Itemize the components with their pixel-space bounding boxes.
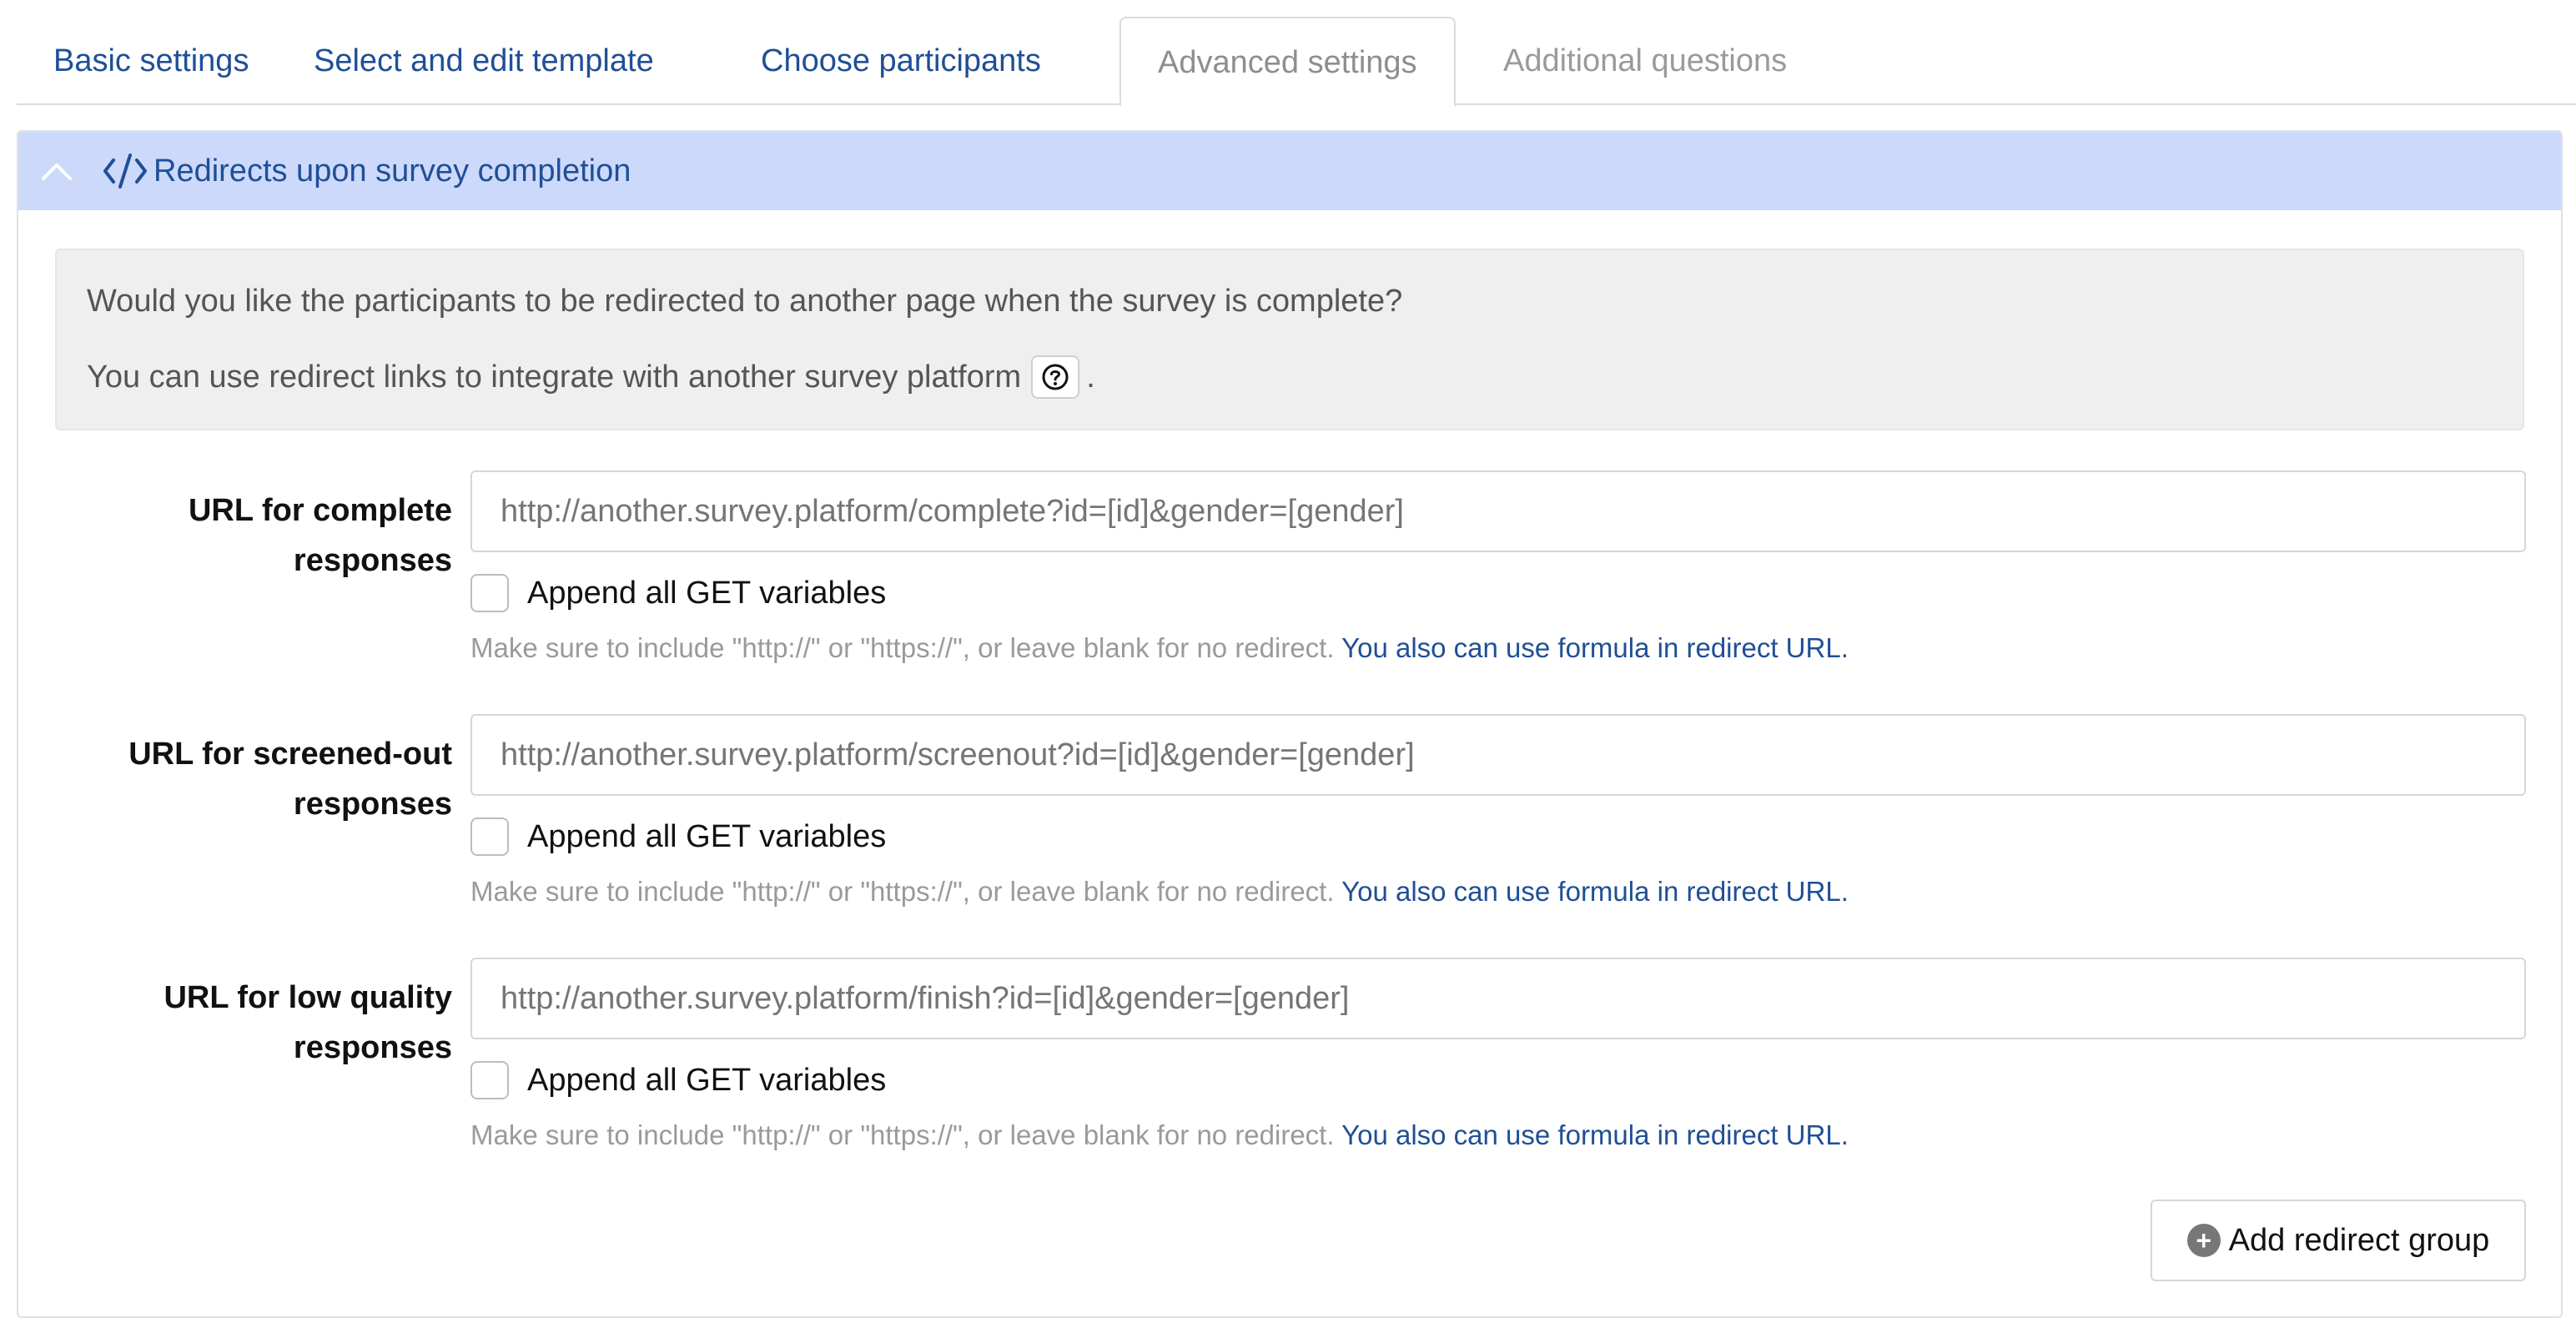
panel-header[interactable]: Redirects upon survey completion — [18, 132, 2561, 210]
info-text-redirect: Would you like the participants to be re… — [87, 284, 1403, 319]
info-period: . — [1086, 359, 1095, 395]
append-get-label: Append all GET variables — [527, 818, 887, 854]
hint-complete: Make sure to include "http://" or "https… — [470, 632, 1849, 663]
formula-link[interactable]: You also can use formula in redirect URL… — [1341, 1119, 1849, 1150]
info-text-integrate-line: You can use redirect links to integrate … — [87, 355, 1095, 399]
append-get-low-quality[interactable]: Append all GET variables — [470, 1061, 886, 1099]
url-screenout-input[interactable] — [470, 714, 2526, 796]
question-circle-icon — [1042, 364, 1069, 390]
url-complete-input[interactable] — [470, 470, 2526, 552]
settings-tabs: Basic settings Select and edit template … — [17, 17, 2576, 107]
redirects-panel: Redirects upon survey completion Would y… — [17, 130, 2563, 1318]
label-url-low-quality: URL for low quality responses — [164, 980, 452, 1065]
label-url-complete: URL for complete responses — [188, 493, 452, 578]
formula-link[interactable]: You also can use formula in redirect URL… — [1341, 876, 1849, 907]
append-get-screenout[interactable]: Append all GET variables — [470, 817, 886, 856]
code-icon — [103, 153, 147, 189]
append-get-checkbox[interactable] — [470, 1061, 509, 1099]
append-get-label: Append all GET variables — [527, 575, 887, 611]
help-button[interactable] — [1031, 355, 1080, 399]
tab-choose-participants[interactable]: Choose participants — [724, 17, 1078, 105]
panel-title[interactable]: Redirects upon survey completion — [153, 132, 631, 210]
append-get-complete[interactable]: Append all GET variables — [470, 574, 886, 612]
info-text-integrate: You can use redirect links to integrate … — [87, 359, 1022, 395]
url-low-quality-input[interactable] — [470, 958, 2526, 1039]
add-redirect-group-button[interactable]: + Add redirect group — [2151, 1200, 2526, 1281]
append-get-checkbox[interactable] — [470, 574, 509, 612]
add-redirect-group-label: Add redirect group — [2228, 1222, 2490, 1258]
hint-screenout: Make sure to include "http://" or "https… — [470, 876, 1849, 907]
formula-link[interactable]: You also can use formula in redirect URL… — [1341, 632, 1849, 663]
tab-advanced-settings[interactable]: Advanced settings — [1119, 17, 1456, 107]
label-url-screenout: URL for screened-out responses — [128, 737, 452, 822]
tab-select-edit-template[interactable]: Select and edit template — [277, 17, 691, 105]
chevron-up-icon[interactable] — [40, 155, 73, 189]
append-get-checkbox[interactable] — [470, 817, 509, 856]
hint-low-quality: Make sure to include "http://" or "https… — [470, 1119, 1849, 1150]
append-get-label: Append all GET variables — [527, 1062, 887, 1098]
info-box: Would you like the participants to be re… — [55, 249, 2524, 430]
tab-additional-questions[interactable]: Additional questions — [1467, 17, 1824, 105]
tab-basic-settings[interactable]: Basic settings — [17, 17, 285, 105]
plus-circle-icon: + — [2186, 1224, 2221, 1257]
